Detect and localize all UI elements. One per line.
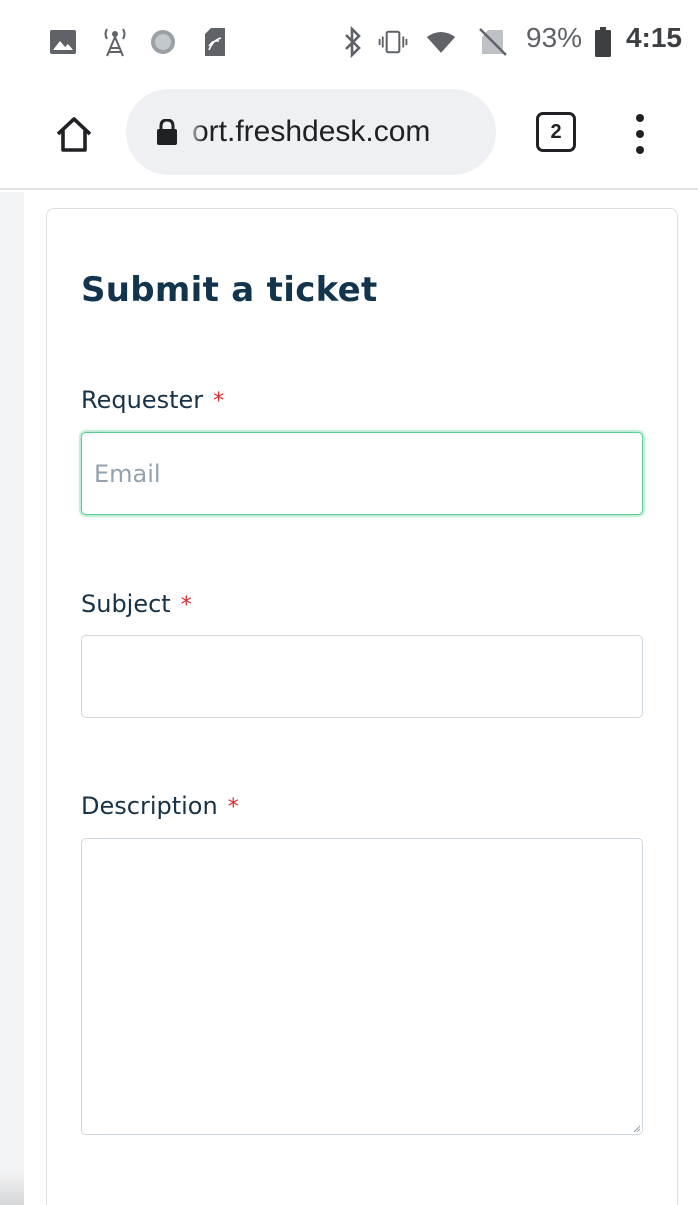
requester-email-input[interactable] [81, 432, 643, 515]
edge-shadow [0, 1170, 24, 1205]
status-time: 4:15 [625, 22, 682, 53]
subject-label-text: Subject [81, 590, 171, 618]
description-textarea[interactable] [81, 838, 643, 1135]
wifi-icon [426, 26, 456, 58]
bluetooth-icon [338, 26, 368, 58]
required-marker: * [227, 795, 239, 820]
description-label: Description * [81, 792, 239, 820]
resize-handle-icon[interactable] [632, 1124, 641, 1133]
required-marker: * [213, 389, 225, 414]
image-icon [48, 26, 78, 58]
status-bar: 93% 4:15 [0, 0, 698, 84]
vibrate-icon [378, 26, 408, 58]
no-sim-icon [478, 26, 508, 58]
home-icon [56, 117, 92, 152]
requester-label-text: Requester [81, 386, 204, 414]
cell-tower-icon [100, 26, 130, 58]
sim-card-icon [200, 26, 230, 58]
battery-percentage: 93% [526, 22, 583, 53]
requester-label: Requester * [81, 386, 224, 414]
lock-icon [157, 119, 177, 145]
address-bar[interactable]: ort.freshdesk.com [126, 89, 496, 175]
sync-circle-icon [148, 26, 178, 58]
home-button[interactable] [48, 108, 100, 160]
more-vert-icon[interactable] [622, 110, 658, 158]
subject-label: Subject * [81, 590, 192, 618]
page-title: Submit a ticket [81, 270, 378, 310]
description-label-text: Description [81, 792, 218, 820]
subject-input[interactable] [81, 635, 643, 718]
required-marker: * [180, 593, 192, 618]
battery-icon [588, 26, 618, 58]
tab-switcher-button[interactable]: 2 [536, 112, 576, 152]
url-text: ort.freshdesk.com [185, 89, 430, 175]
browser-toolbar: ort.freshdesk.com 2 [0, 84, 698, 190]
